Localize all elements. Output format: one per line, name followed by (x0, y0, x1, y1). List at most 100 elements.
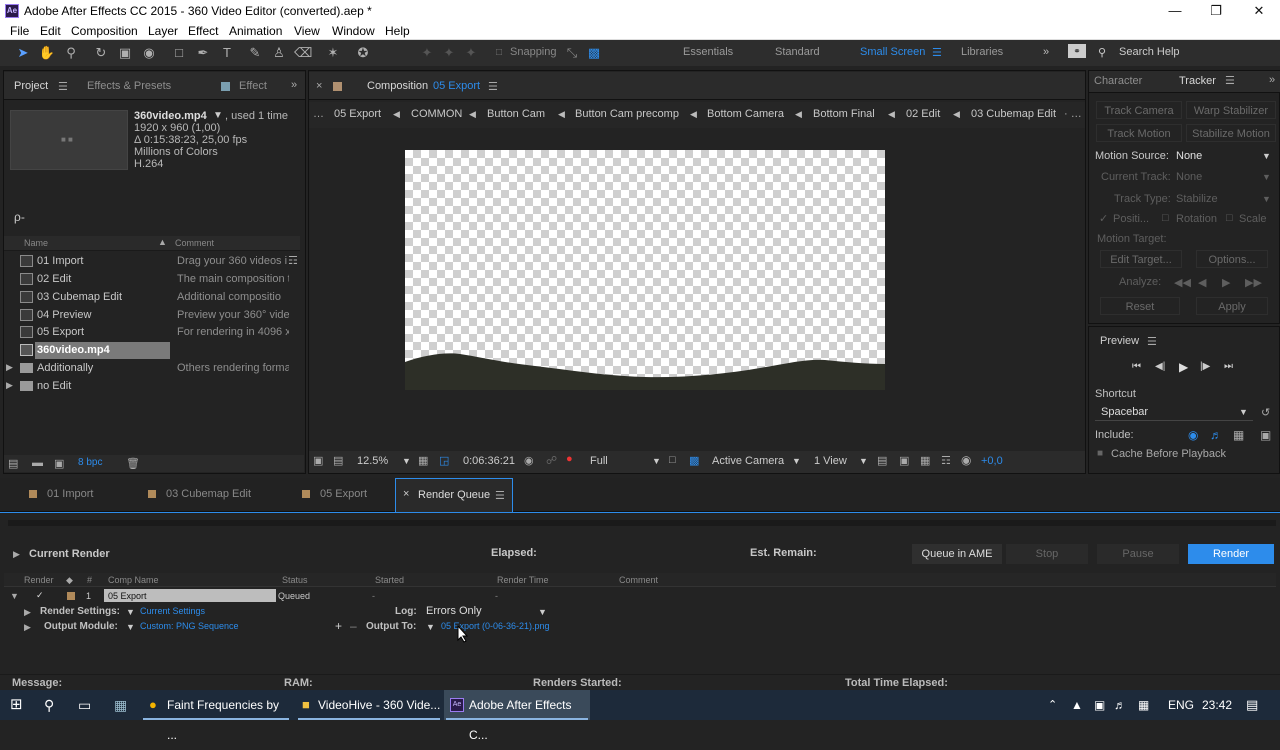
clone-stamp-tool-icon[interactable]: ♙ (270, 44, 288, 62)
mask-visibility-icon[interactable]: ◲ (439, 454, 449, 467)
shortcut-dropdown[interactable]: Spacebar ▼ (1095, 404, 1253, 421)
project-menu-icon[interactable]: ☰ (58, 80, 68, 93)
taskbar-item-explorer[interactable]: ■ VideoHive - 360 Vide... (296, 690, 442, 720)
label-tag-icon[interactable]: ◆ (66, 575, 73, 586)
axis-view-icon[interactable]: ✦ (462, 44, 480, 62)
bit-depth-button[interactable]: 8 bpc (78, 457, 102, 468)
display-icon[interactable]: ▤ (333, 454, 343, 467)
render-settings-expand-icon[interactable]: ▶ (24, 607, 31, 618)
tab-render-queue[interactable]: × Render Queue ☰ (395, 478, 513, 513)
queue-in-ame-button[interactable]: Queue in AME (912, 544, 1002, 564)
breadcrumb-more-icon[interactable]: · … (1064, 108, 1082, 120)
close-comp-icon[interactable]: × (316, 80, 322, 92)
column-started[interactable]: Started (375, 575, 404, 585)
project-folder[interactable]: ▶ no Edit (4, 378, 300, 396)
more-workspaces-icon[interactable]: » (1043, 46, 1049, 58)
current-render-expand-icon[interactable]: ▶ (13, 549, 20, 560)
camera-tool-icon[interactable]: ▣ (116, 44, 134, 62)
render-item-row[interactable]: ▼ ✓ 1 05 Export Queued - - (4, 589, 1276, 603)
include-overlays-icon[interactable]: ▦ (1233, 428, 1244, 442)
breadcrumb-item[interactable]: COMMON (411, 108, 462, 120)
pan-behind-tool-icon[interactable]: ◉ (140, 44, 158, 62)
composition-menu-icon[interactable]: ☰ (488, 80, 498, 93)
tab-composition-label[interactable]: Composition (367, 80, 428, 92)
new-folder-icon[interactable]: ▬ (32, 457, 43, 469)
roto-brush-tool-icon[interactable]: ✶ (324, 44, 342, 62)
project-item[interactable]: 01 Import Drag your 360 videos i ☶ (4, 253, 300, 271)
output-module-chevron-down-icon[interactable]: ▼ (126, 622, 135, 632)
camera-chevron-down-icon[interactable]: ▼ (792, 456, 801, 466)
taskbar-item-chrome[interactable]: ● Faint Frequencies by ... (141, 690, 291, 742)
toggle-pixel-icon[interactable]: ▤ (877, 454, 887, 467)
flowchart-view-icon[interactable]: ☶ (941, 454, 951, 467)
track-type-dropdown[interactable]: Stabilize (1176, 193, 1218, 205)
breadcrumb-back-icon[interactable]: … (313, 108, 324, 120)
views-chevron-down-icon[interactable]: ▼ (859, 456, 868, 466)
puppet-tool-icon[interactable]: ✪ (354, 44, 372, 62)
previous-frame-icon[interactable]: ◀| (1155, 361, 1165, 372)
menu-effect[interactable]: Effect (188, 24, 218, 38)
analyze-forward-frames-icon[interactable]: ▶▶ (1245, 276, 1262, 289)
cache-checkbox[interactable]: ■ (1097, 448, 1103, 459)
current-time[interactable]: 0:06:36:21 (463, 455, 515, 467)
menu-composition[interactable]: Composition (71, 24, 138, 38)
last-frame-icon[interactable]: ⏭ (1224, 361, 1233, 372)
output-module-value[interactable]: Custom: PNG Sequence (140, 621, 239, 631)
include-video-icon[interactable]: ◉ (1188, 428, 1198, 442)
show-snapshot-icon[interactable]: ☍ (546, 454, 557, 467)
menu-help[interactable]: Help (385, 24, 410, 38)
workspace-standard[interactable]: Standard (775, 46, 820, 58)
analyze-back-icon[interactable]: ◀ (1198, 276, 1206, 289)
selection-tool-icon[interactable]: ➤ (14, 44, 32, 62)
project-folder[interactable]: ▶ Additionally Others rendering forma (4, 360, 300, 378)
label-color-icon[interactable] (67, 592, 75, 600)
interpret-footage-icon[interactable]: ▤ (8, 457, 18, 470)
project-item-selected[interactable]: 360video.mp4 (4, 342, 300, 360)
motion-source-chevron-down-icon[interactable]: ▼ (1262, 151, 1271, 161)
fast-previews-icon[interactable]: ▣ (899, 454, 909, 467)
expand-arrow-icon[interactable]: ▶ (6, 362, 13, 373)
exposure-reset-icon[interactable]: ◉ (961, 453, 971, 467)
menu-window[interactable]: Window (332, 24, 375, 38)
output-module-expand-icon[interactable]: ▶ (24, 622, 31, 633)
taskbar-item-after-effects[interactable]: Ae Adobe After Effects C... (444, 690, 590, 742)
column-name[interactable]: Name (24, 238, 48, 248)
render-button[interactable]: Render (1188, 544, 1274, 564)
always-preview-icon[interactable]: ▣ (313, 454, 323, 467)
menu-view[interactable]: View (294, 24, 320, 38)
rotate-tool-icon[interactable]: ↻ (92, 44, 110, 62)
add-output-module-icon[interactable]: + (335, 619, 342, 633)
timeline-icon[interactable]: ▦ (920, 454, 930, 467)
tab-project[interactable]: Project (14, 80, 48, 92)
tab-effect-controls[interactable]: Effect (239, 80, 267, 92)
tray-clock[interactable]: 23:42 (1202, 690, 1232, 720)
edit-target-button[interactable]: Edit Target... (1100, 250, 1182, 268)
tray-expand-icon[interactable]: ⌃ (1048, 690, 1057, 720)
project-item[interactable]: 02 Edit The main composition t (4, 271, 300, 289)
tab-05-export[interactable]: 05 Export (320, 488, 367, 500)
sort-ascending-icon[interactable]: ▲ (158, 237, 167, 247)
zoom-dropdown[interactable]: 12.5% (357, 455, 388, 467)
options-button[interactable]: Options... (1196, 250, 1268, 268)
tab-tracker[interactable]: Tracker (1179, 75, 1216, 87)
reset-shortcut-icon[interactable]: ↺ (1261, 406, 1270, 419)
menu-layer[interactable]: Layer (148, 24, 178, 38)
render-queue-menu-icon[interactable]: ☰ (495, 489, 505, 502)
minimize-button[interactable]: — (1163, 2, 1187, 20)
zoom-tool-icon[interactable]: ⚲ (62, 44, 80, 62)
column-comment[interactable]: Comment (619, 575, 658, 585)
tray-language[interactable]: ENG (1168, 690, 1194, 720)
breadcrumb-item[interactable]: 03 Cubemap Edit (971, 108, 1056, 120)
project-search-input[interactable]: ρ- (14, 210, 25, 224)
menu-edit[interactable]: Edit (40, 24, 61, 38)
eraser-tool-icon[interactable]: ⌫ (294, 44, 312, 62)
rectangle-tool-icon[interactable]: □ (170, 44, 188, 62)
analyze-forward-icon[interactable]: ▶ (1222, 276, 1230, 289)
column-comment[interactable]: Comment (175, 238, 214, 248)
tab-composition-name[interactable]: 05 Export (433, 80, 480, 92)
pen-tool-icon[interactable]: ✒ (194, 44, 212, 62)
column-comp-name[interactable]: Comp Name (108, 575, 159, 585)
column-render-time[interactable]: Render Time (497, 575, 549, 585)
snap-expand-icon[interactable]: ⤡ (563, 44, 581, 62)
snap-feature-icon[interactable]: ▩ (585, 44, 603, 62)
